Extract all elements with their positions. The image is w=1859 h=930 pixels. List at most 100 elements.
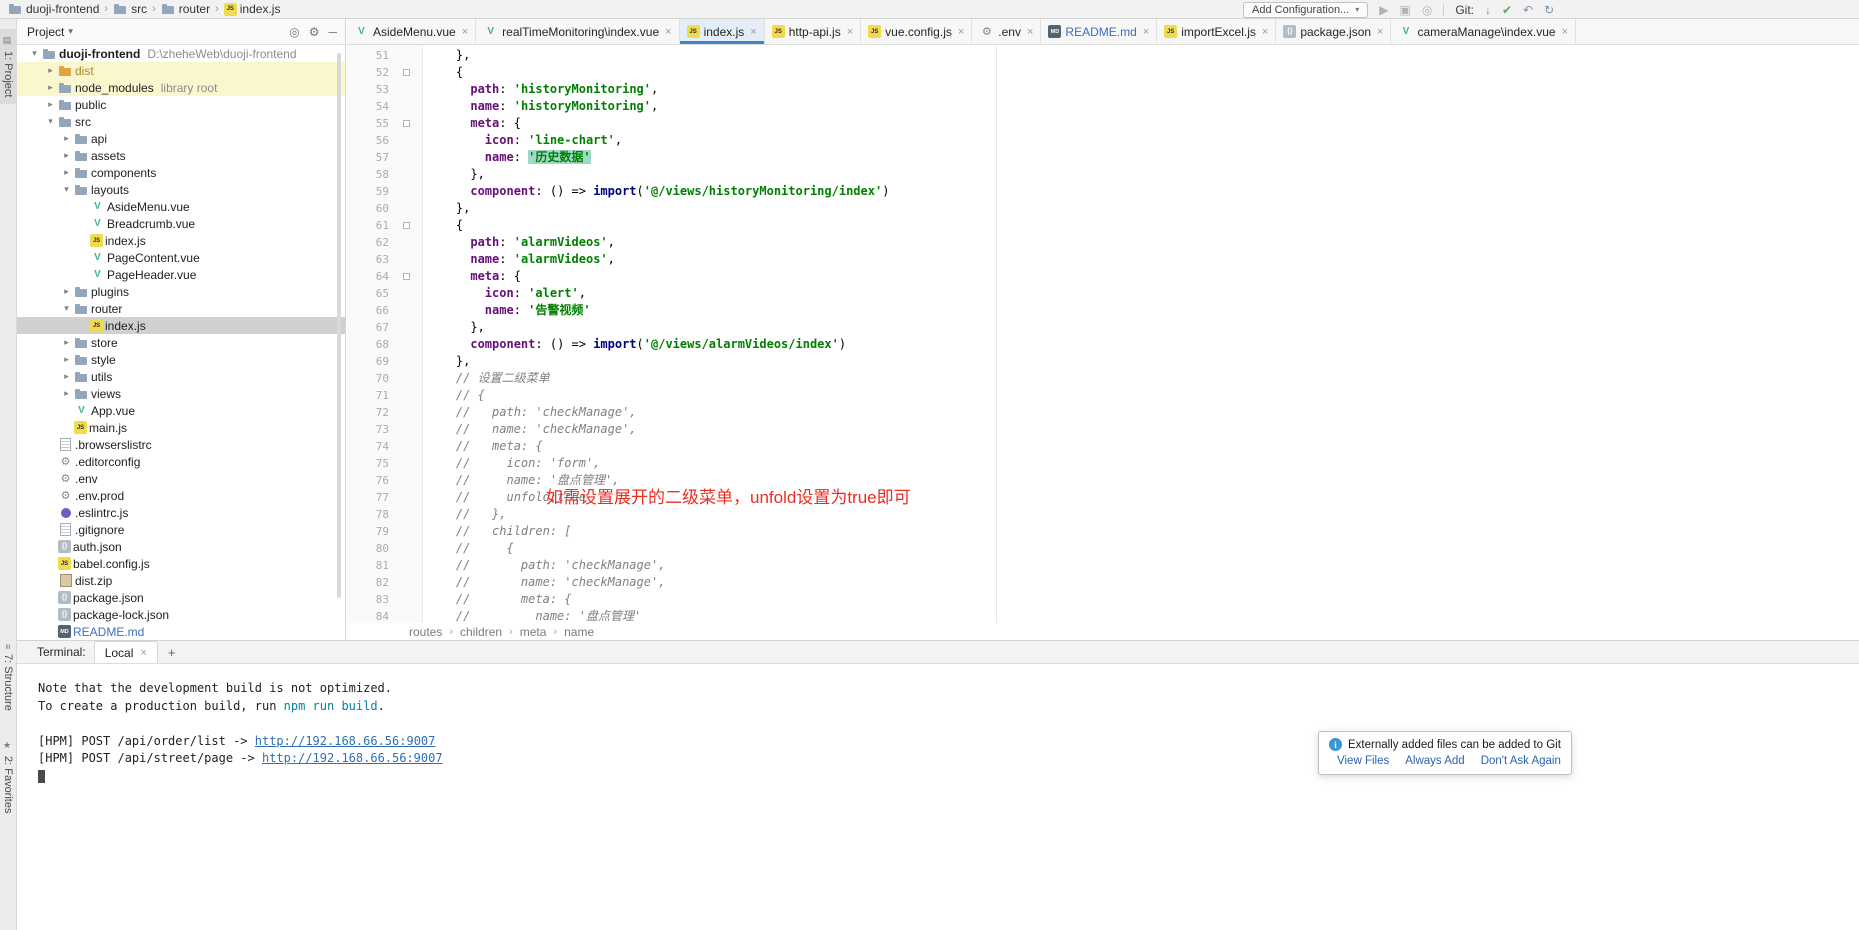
tree-toggle-icon[interactable]: ▸ (43, 99, 58, 110)
close-icon[interactable]: × (750, 26, 756, 38)
hide-panel-icon[interactable]: ─ (328, 25, 337, 39)
notification-action[interactable]: View Files (1337, 755, 1389, 767)
tree-row[interactable]: JSmain.js (17, 419, 345, 436)
tree-toggle-icon[interactable]: ▸ (59, 337, 74, 348)
tree-row[interactable]: .gitignore (17, 521, 345, 538)
update-project-icon[interactable]: ↓ (1485, 4, 1491, 16)
new-terminal-button[interactable]: + (168, 645, 176, 660)
tree-toggle-icon[interactable]: ▾ (59, 184, 74, 195)
tree-row[interactable]: ▸views (17, 385, 345, 402)
editor-tab[interactable]: VAsideMenu.vue× (347, 19, 476, 44)
tree-row[interactable]: ▸assets (17, 147, 345, 164)
fold-marker-icon[interactable] (403, 69, 410, 76)
tree-row[interactable]: ▸api (17, 130, 345, 147)
tree-toggle-icon[interactable]: ▸ (59, 354, 74, 365)
breadcrumb-item[interactable]: src (111, 2, 149, 16)
close-icon[interactable]: × (140, 647, 146, 659)
close-icon[interactable]: × (1027, 26, 1033, 38)
breadcrumb-item[interactable]: routes (409, 625, 442, 639)
locate-file-icon[interactable]: ◎ (289, 25, 299, 39)
tree-row[interactable]: ▸components (17, 164, 345, 181)
tree-row[interactable]: ▾layouts (17, 181, 345, 198)
toolwindow-favorites-button[interactable]: ★ 2: Favorites (0, 734, 16, 820)
coverage-icon[interactable]: ◎ (1422, 4, 1432, 16)
tree-toggle-icon[interactable]: ▸ (43, 82, 58, 93)
tree-toggle-icon[interactable]: ▸ (59, 371, 74, 382)
toolwindow-project-button[interactable]: ▤ 1: Project (0, 29, 16, 104)
editor-tab[interactable]: VcameraManage\index.vue× (1391, 19, 1576, 44)
tree-toggle-icon[interactable]: ▸ (59, 150, 74, 161)
tree-row[interactable]: {}package.json (17, 589, 345, 606)
editor-tab[interactable]: {}package.json× (1276, 19, 1391, 44)
tree-row[interactable]: .browserslistrc (17, 436, 345, 453)
close-icon[interactable]: × (462, 26, 468, 38)
tree-row[interactable]: VPageHeader.vue (17, 266, 345, 283)
toolwindow-structure-button[interactable]: ≡ 7: Structure (0, 637, 16, 718)
tree-row[interactable]: JSbabel.config.js (17, 555, 345, 572)
code-editor[interactable]: 51 },52 {53 path: 'historyMonitoring',54… (347, 45, 1859, 623)
tree-row[interactable]: ▸utils (17, 368, 345, 385)
terminal-output[interactable]: Note that the development build is not o… (17, 664, 1859, 930)
tree-row[interactable]: ▾duoji-frontendD:\zheheWeb\duoji-fronten… (17, 45, 345, 62)
run-icon[interactable]: ▶ (1379, 4, 1388, 16)
tree-row[interactable]: MDREADME.md (17, 623, 345, 640)
tree-toggle-icon[interactable]: ▾ (27, 48, 42, 59)
tree-toggle-icon[interactable]: ▸ (59, 286, 74, 297)
tree-row[interactable]: JSindex.js (17, 317, 345, 334)
tree-row[interactable]: JSindex.js (17, 232, 345, 249)
tree-row[interactable]: VPageContent.vue (17, 249, 345, 266)
editor-tab[interactable]: VrealTimeMonitoring\index.vue× (476, 19, 679, 44)
tree-row[interactable]: ⚙.env.prod (17, 487, 345, 504)
tree-row[interactable]: VAsideMenu.vue (17, 198, 345, 215)
editor-tab[interactable]: ⚙.env× (972, 19, 1041, 44)
tree-row[interactable]: ▸plugins (17, 283, 345, 300)
tree-toggle-icon[interactable]: ▸ (59, 167, 74, 178)
breadcrumb-item[interactable]: JSindex.js (222, 2, 283, 16)
tree-row[interactable]: ⚙.env (17, 470, 345, 487)
close-icon[interactable]: × (958, 26, 964, 38)
breadcrumb-item[interactable]: name (564, 625, 594, 639)
close-icon[interactable]: × (847, 26, 853, 38)
tree-toggle-icon[interactable]: ▸ (59, 388, 74, 399)
fold-marker-icon[interactable] (403, 273, 410, 280)
tree-row[interactable]: ▸store (17, 334, 345, 351)
close-icon[interactable]: × (1377, 26, 1383, 38)
close-icon[interactable]: × (1143, 26, 1149, 38)
breadcrumb-item[interactable]: children (460, 625, 502, 639)
terminal-link[interactable]: http://192.168.66.56:9007 (255, 734, 436, 748)
add-configuration-button[interactable]: Add Configuration... ▾ (1243, 2, 1368, 18)
tree-row[interactable]: ▸node_moduleslibrary root (17, 79, 345, 96)
breadcrumb-item[interactable]: meta (520, 625, 547, 639)
tree-row[interactable]: dist.zip (17, 572, 345, 589)
tree-toggle-icon[interactable]: ▾ (59, 303, 74, 314)
tree-row[interactable]: VBreadcrumb.vue (17, 215, 345, 232)
notification-action[interactable]: Always Add (1405, 755, 1464, 767)
fold-marker-icon[interactable] (403, 120, 410, 127)
close-icon[interactable]: × (1562, 26, 1568, 38)
tree-toggle-icon[interactable]: ▾ (43, 116, 58, 127)
editor-tab[interactable]: JSindex.js× (680, 19, 765, 44)
terminal-tab-local[interactable]: Local × (94, 641, 158, 663)
tree-row[interactable]: ▾router (17, 300, 345, 317)
tree-scrollbar[interactable] (337, 53, 341, 598)
breadcrumb-item[interactable]: duoji-frontend (6, 2, 101, 16)
tree-row[interactable]: ▸style (17, 351, 345, 368)
tree-row[interactable]: VApp.vue (17, 402, 345, 419)
tree-row[interactable]: ▾src (17, 113, 345, 130)
history-icon[interactable]: ↻ (1544, 4, 1554, 16)
tree-toggle-icon[interactable]: ▸ (59, 133, 74, 144)
editor-tab[interactable]: JShttp-api.js× (765, 19, 861, 44)
revert-icon[interactable]: ↶ (1523, 4, 1533, 16)
fold-marker-icon[interactable] (403, 222, 410, 229)
tree-row[interactable]: .eslintrc.js (17, 504, 345, 521)
tree-row[interactable]: {}package-lock.json (17, 606, 345, 623)
close-icon[interactable]: × (665, 26, 671, 38)
editor-tab[interactable]: JSvue.config.js× (861, 19, 972, 44)
tree-toggle-icon[interactable]: ▸ (43, 65, 58, 76)
close-icon[interactable]: × (1262, 26, 1268, 38)
debug-icon[interactable]: ▣ (1399, 4, 1410, 16)
notification-action[interactable]: Don't Ask Again (1481, 755, 1561, 767)
tree-row[interactable]: ⚙.editorconfig (17, 453, 345, 470)
commit-icon[interactable]: ✔ (1502, 4, 1512, 16)
tree-row[interactable]: ▸public (17, 96, 345, 113)
